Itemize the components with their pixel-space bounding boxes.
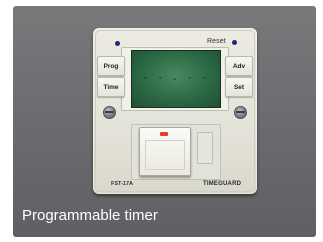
model-label: FST-17A bbox=[111, 181, 134, 187]
time-button[interactable]: Time bbox=[97, 77, 125, 97]
rocker-switch[interactable] bbox=[139, 127, 191, 176]
status-led-left bbox=[115, 41, 120, 46]
reset-label: Reset bbox=[207, 38, 226, 45]
image-caption: Programmable timer bbox=[22, 207, 158, 224]
lcd-readout: - - . - - bbox=[142, 73, 210, 83]
timer-faceplate: Reset - - . - - Prog Time Adv Set FST-17… bbox=[93, 28, 257, 194]
set-button[interactable]: Set bbox=[225, 77, 253, 97]
product-photo: Reset - - . - - Prog Time Adv Set FST-17… bbox=[0, 0, 323, 242]
reset-button[interactable] bbox=[232, 40, 237, 45]
prog-button[interactable]: Prog bbox=[97, 56, 125, 76]
left-screw-icon bbox=[103, 106, 116, 119]
lcd-display: - - . - - bbox=[131, 50, 221, 108]
fuse-cover bbox=[197, 132, 213, 164]
image-panel: Reset - - . - - Prog Time Adv Set FST-17… bbox=[13, 6, 316, 237]
brand-label: TIMEGUARD bbox=[203, 181, 242, 187]
neon-indicator bbox=[160, 132, 168, 136]
rocker-face bbox=[145, 140, 185, 170]
right-screw-icon bbox=[234, 106, 247, 119]
adv-button[interactable]: Adv bbox=[225, 56, 253, 76]
